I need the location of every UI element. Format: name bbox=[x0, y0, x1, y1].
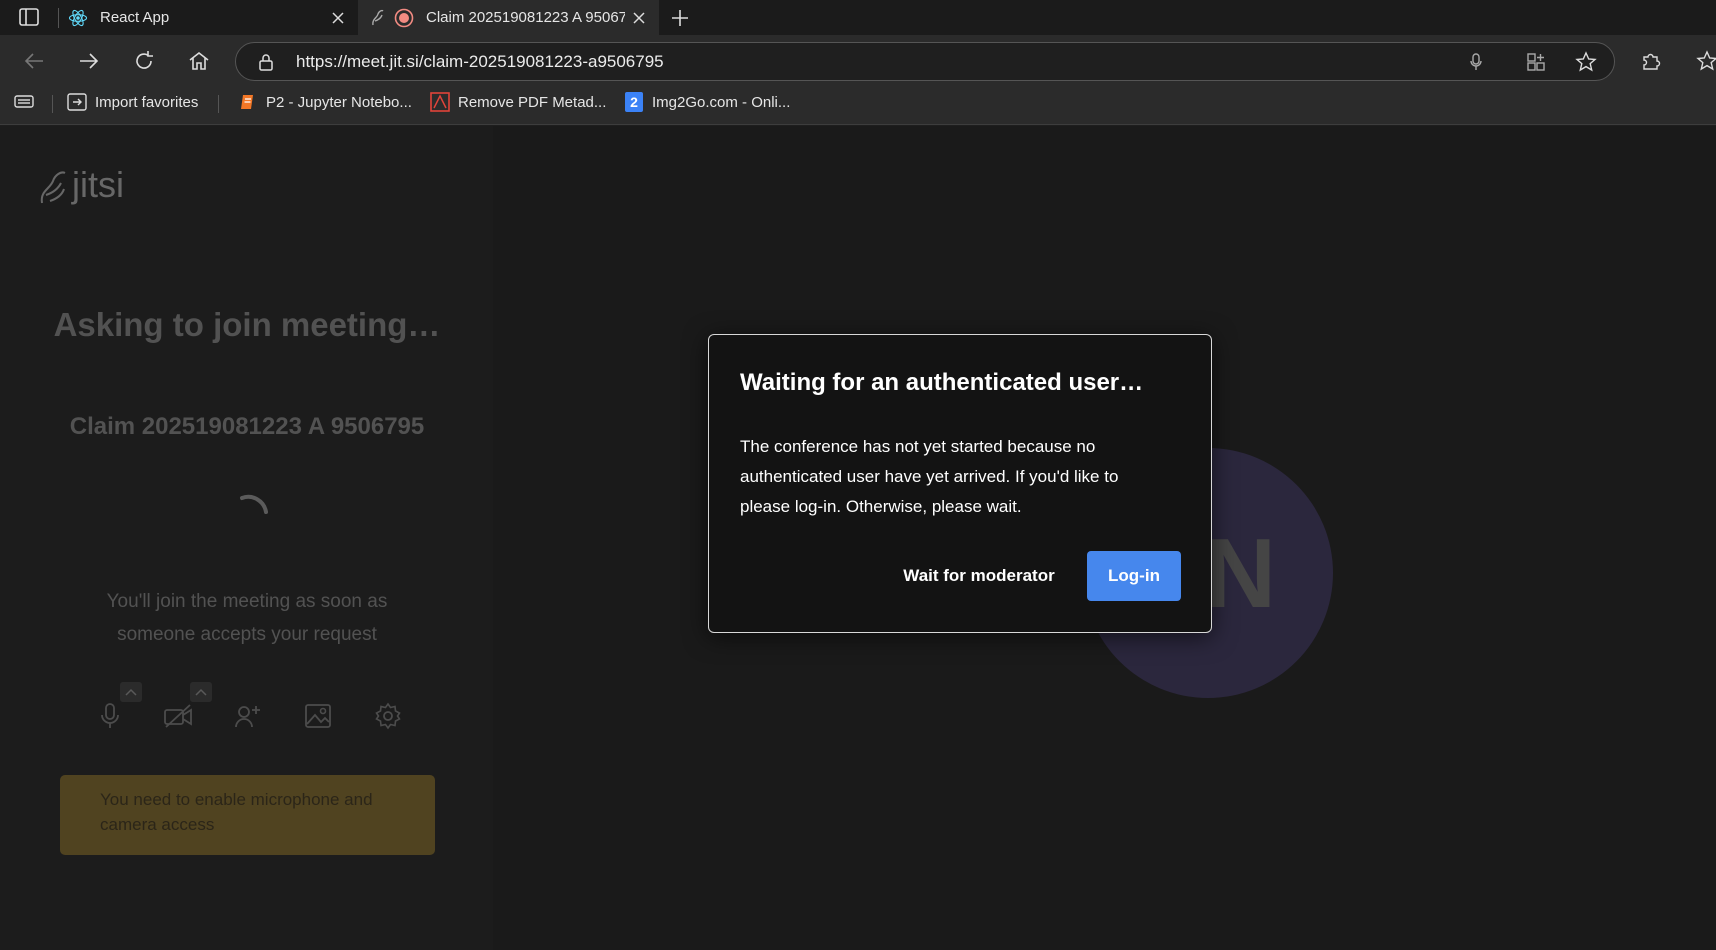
tab-claim[interactable]: Claim 202519081223 A 9506795 bbox=[358, 0, 659, 35]
close-icon[interactable] bbox=[324, 4, 352, 32]
favorite-star-icon[interactable] bbox=[1575, 51, 1597, 73]
pdf-icon bbox=[430, 92, 450, 112]
svg-text:2: 2 bbox=[630, 94, 638, 110]
browser-toolbar: https://meet.jit.si/claim-202519081223-a… bbox=[0, 35, 1716, 125]
bookmark-separator bbox=[218, 95, 219, 113]
bookmark-img2go[interactable]: 2 Img2Go.com - Onli... bbox=[624, 87, 790, 117]
forward-button[interactable] bbox=[72, 44, 106, 78]
bookmarks-bar: Import favorites P2 - Jupyter Notebo... … bbox=[0, 87, 1716, 117]
bookmark-label: Remove PDF Metad... bbox=[458, 93, 607, 111]
wait-for-moderator-button[interactable]: Wait for moderator bbox=[879, 551, 1079, 601]
arrow-right-icon bbox=[80, 53, 99, 69]
arrow-left-icon bbox=[24, 53, 43, 69]
jupyter-icon bbox=[238, 92, 258, 112]
bookmark-remove-pdf[interactable]: Remove PDF Metad... bbox=[430, 87, 606, 117]
favorites-button[interactable] bbox=[1690, 44, 1716, 78]
extensions-button[interactable] bbox=[1634, 44, 1668, 78]
star-list-icon bbox=[1696, 50, 1716, 71]
import-icon bbox=[67, 92, 87, 112]
new-tab-button[interactable] bbox=[665, 3, 695, 33]
react-icon bbox=[68, 8, 88, 28]
bookmark-import-favorites[interactable]: Import favorites bbox=[67, 87, 198, 117]
tab-title: Claim 202519081223 A 9506795 bbox=[426, 9, 625, 26]
bookmark-label: Import favorites bbox=[95, 93, 199, 111]
reading-view-button[interactable] bbox=[14, 87, 42, 117]
img2go-icon: 2 bbox=[624, 92, 644, 112]
address-bar[interactable]: https://meet.jit.si/claim-202519081223-a… bbox=[235, 42, 1615, 81]
app-available-icon[interactable] bbox=[1525, 51, 1547, 73]
login-button[interactable]: Log-in bbox=[1087, 551, 1181, 601]
dialog-title: Waiting for an authenticated user… bbox=[740, 369, 1144, 396]
bookmark-label: P2 - Jupyter Notebo... bbox=[266, 93, 412, 111]
tab-react-app[interactable]: React App bbox=[58, 0, 358, 35]
page-content: jitsi Asking to join meeting… Claim 2025… bbox=[0, 126, 1716, 950]
close-icon[interactable] bbox=[625, 4, 653, 32]
recording-icon bbox=[394, 8, 414, 28]
reload-button[interactable] bbox=[127, 44, 161, 78]
dialog-message: The conference has not yet started becau… bbox=[740, 437, 1119, 516]
back-button[interactable] bbox=[17, 44, 51, 78]
home-button[interactable] bbox=[182, 44, 216, 78]
jitsi-icon bbox=[368, 8, 388, 28]
auth-wait-dialog: Waiting for an authenticated user… The c… bbox=[708, 334, 1212, 633]
sidebar-icon bbox=[14, 92, 34, 112]
tab-title: React App bbox=[100, 9, 170, 26]
puzzle-icon bbox=[1643, 53, 1661, 70]
lock-icon[interactable] bbox=[256, 52, 276, 72]
bookmark-label: Img2Go.com - Onli... bbox=[652, 93, 791, 111]
reload-icon bbox=[136, 51, 153, 69]
url-text[interactable]: https://meet.jit.si/claim-202519081223-a… bbox=[296, 52, 664, 72]
home-icon bbox=[189, 51, 209, 70]
bookmark-jupyter[interactable]: P2 - Jupyter Notebo... bbox=[238, 87, 412, 117]
tab-bar: React App Claim 202519081223 A 9506795 bbox=[0, 0, 1716, 35]
plus-icon bbox=[672, 10, 688, 26]
tab-actions-button[interactable] bbox=[17, 6, 41, 28]
tab-actions-icon bbox=[19, 8, 39, 26]
microphone-icon[interactable] bbox=[1465, 51, 1487, 73]
bookmark-separator bbox=[52, 95, 53, 113]
